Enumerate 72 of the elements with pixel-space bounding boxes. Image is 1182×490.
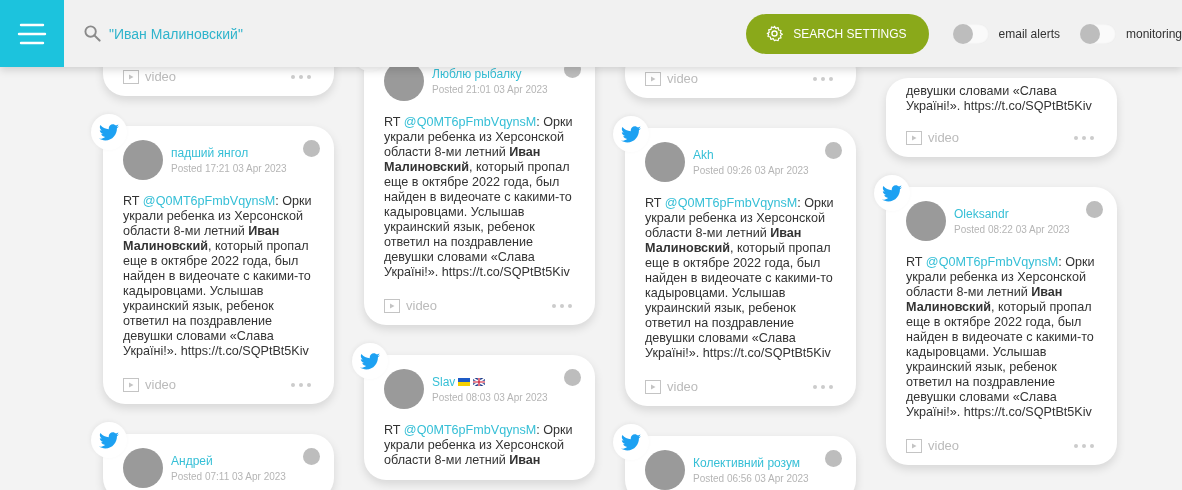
flag-icon [473,378,486,386]
more-icon[interactable] [1073,134,1095,141]
avatar-placeholder [384,67,424,101]
menu-icon [17,21,47,46]
post-text: RT @Q0MT6pFmbVqynsM: Орки украли ребенка из Херсонской области 8-ми летний Иван Малиновский, который пропал еще в октябре 2022 года, был найден в видеочате с какими-то кадыровцами. Услышав украинский язык, ребенок ответил на поздравление девушки словами «Слава Українi!». https://t.co/SQPtBt5Kiv [645,196,834,361]
bird-icon [99,123,119,141]
bird-icon [621,125,641,143]
status-dot [825,142,842,159]
post-text: девушки словами «Слава Українi!». https://t.co/SQPtBt5Kiv [906,84,1093,114]
video-button[interactable]: video [906,438,960,453]
bird-icon [360,352,380,370]
bird-icon [99,431,119,449]
post-date: Posted 21:01 03 Apr 2023 [432,84,548,95]
play-icon [906,438,922,453]
post-text: RT @Q0MT6pFmbVqynsM: Орки украли ребенка из Херсонской области 8-ми летний Иван [384,423,573,468]
author-link[interactable]: Oleksandr [954,207,1009,221]
toggle-label: email alerts [998,26,1060,41]
play-icon [384,298,400,313]
toggle-label: monitoring [1125,26,1182,41]
search-settings-button[interactable]: SEARCH SETTINGS [746,13,929,54]
play-icon [123,377,139,392]
author-link[interactable]: Slav [432,375,456,389]
video-button[interactable]: video [384,298,438,313]
search-icon [84,25,101,42]
status-dot [564,369,581,386]
more-icon[interactable] [812,383,834,390]
more-icon[interactable] [290,381,312,388]
play-icon [123,69,139,84]
flag-icon [458,378,471,386]
status-dot [303,448,320,465]
author-link[interactable]: Колективний розум [693,456,801,470]
toggle-switch[interactable] [952,23,989,44]
video-button[interactable]: video [645,379,699,394]
avatar-placeholder [645,450,685,490]
more-icon[interactable] [551,302,573,309]
bird-icon [882,184,902,202]
status-dot [303,140,320,157]
more-icon[interactable] [290,73,312,80]
post-date: Posted 08:03 03 Apr 2023 [432,392,548,403]
post-date: Posted 17:21 03 Apr 2023 [171,163,287,174]
play-icon [906,130,922,145]
post-date: Posted 09:26 03 Apr 2023 [693,165,809,176]
author-link[interactable]: Андрей [171,454,213,468]
author-link[interactable]: Люблю рыбалку [432,67,522,81]
toggle-switch[interactable] [1079,23,1116,44]
status-dot [1086,201,1103,218]
menu-button[interactable] [0,0,64,67]
video-button[interactable]: video [906,130,960,145]
author-link[interactable]: падший янгол [171,146,249,160]
video-button[interactable]: video [645,71,699,86]
play-icon [645,71,661,86]
post-date: Posted 08:22 03 Apr 2023 [954,224,1070,235]
search-field[interactable]: "Иван Малиновский" [109,25,509,42]
post-date: Posted 06:56 03 Apr 2023 [693,473,809,484]
gear-icon [766,25,784,42]
post-text: RT @Q0MT6pFmbVqynsM: Орки украли ребенка из Херсонской области 8-ми летний Иван Малиновский, который пропал еще в октябре 2022 года, был найден в видеочате с какими-то кадыровцами. Услышав украинский язык, ребенок ответил на поздравление девушки словами «Слава Українi!». https://t.co/SQPtBt5Kiv [906,255,1095,420]
post-text: RT @Q0MT6pFmbVqynsM: Орки украли ребенка из Херсонской области 8-ми летний Иван Малиновский, который пропал еще в октябре 2022 года, был найден в видеочате с какими-то кадыровцами. Услышав украинский язык, ребенок ответил на поздравление девушки словами «Слава Українi!». https://t.co/SQPtBt5Kiv [384,115,573,280]
post-date: Posted 07:11 03 Apr 2023 [171,471,286,482]
avatar-placeholder [906,201,946,241]
status-dot [825,450,842,467]
more-icon[interactable] [812,75,834,82]
bird-icon [621,433,641,451]
video-button[interactable]: video [123,69,177,84]
post-text: RT @Q0MT6pFmbVqynsM: Орки украли ребенка из Херсонской области 8-ми летний Иван Малиновский, который пропал еще в октябре 2022 года, был найден в видеочате с какими-то кадыровцами. Услышав украинский язык, ребенок ответил на поздравление девушки словами «Слава Українi!». https://t.co/SQPtBt5Kiv [123,194,312,359]
video-button[interactable]: video [123,377,177,392]
avatar-placeholder [123,448,163,488]
author-link[interactable]: Akh [693,148,714,162]
play-icon [645,379,661,394]
avatar-placeholder [384,369,424,409]
avatar-placeholder [123,140,163,180]
avatar-placeholder [645,142,685,182]
more-icon[interactable] [1073,442,1095,449]
